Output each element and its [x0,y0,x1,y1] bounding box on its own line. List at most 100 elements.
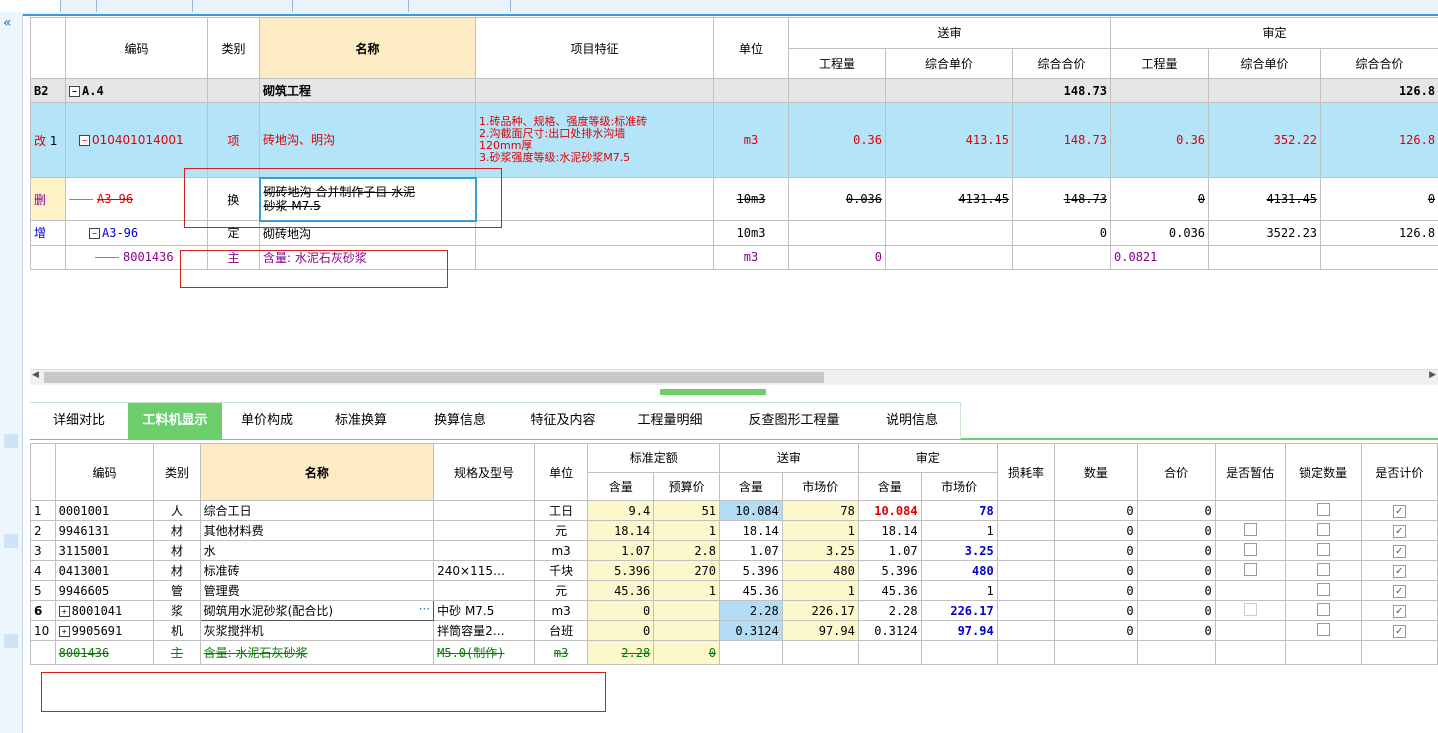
minus-box-icon[interactable]: − [69,85,80,97]
checkbox-checked-icon[interactable]: ✓ [1392,585,1406,598]
tab-quantity-detail[interactable]: 工程量明细 [616,402,725,439]
lower-header-lock[interactable]: 锁定数量 [1284,443,1362,501]
lower-header-type[interactable]: 类别 [153,443,201,501]
tab-feature-content[interactable]: 特征及内容 [510,402,617,439]
checkbox-icon[interactable] [1316,582,1330,596]
plus-box-icon[interactable]: + [58,605,70,617]
tab-conversion-info[interactable]: 换算信息 [410,402,511,439]
lower-header-std-content[interactable]: 含量 [587,471,655,501]
header-sent-qty[interactable]: 工程量 [788,47,886,79]
checkbox-checked-icon[interactable]: ✓ [1392,505,1406,518]
tab-price-composition[interactable]: 单价构成 [222,402,313,439]
row-temp[interactable] [1214,600,1286,621]
header-code[interactable]: 编码 [65,17,208,79]
tab-reverse-graphic[interactable]: 反查图形工程量 [724,402,865,439]
row-temp[interactable] [1214,540,1286,561]
lower-header-code[interactable]: 编码 [54,443,155,501]
header-app-price[interactable]: 综合单价 [1208,47,1322,79]
checkbox-checked-icon[interactable]: ✓ [1392,605,1406,618]
tab-description[interactable]: 说明信息 [864,402,961,439]
row-name[interactable]: 水 [199,540,435,561]
header-sent-price[interactable]: 综合单价 [885,47,1013,79]
row-temp[interactable] [1214,560,1286,581]
row-name[interactable]: 灰浆搅拌机 [199,620,435,641]
header-type[interactable]: 类别 [207,17,260,79]
row-name[interactable]: 管理费 [199,580,435,601]
item-features[interactable]: 1.砖品种、规格、强度等级:标准砖 2.沟截面尺寸:出口处排水沟墙 120mm厚… [475,102,714,178]
checkbox-icon[interactable] [1243,562,1257,576]
header-sent-total[interactable]: 综合合价 [1011,47,1112,79]
lower-header-sent-content[interactable]: 含量 [719,471,783,501]
material-list-row[interactable]: 4 0413001 材 标准砖 240×115… 千块 5.396 270 5.396 480 5.… [30,560,1438,581]
material-list-row[interactable]: 6 +8001041 浆 砌筑用水泥砂浆(配合比) ··· 中砂 M7.5 m3 0 2.28 2… [30,600,1438,621]
row-name[interactable]: 综合工日 [199,500,435,521]
checkbox-icon[interactable] [1316,502,1330,516]
lower-header-sum[interactable]: 合价 [1136,443,1216,501]
checkbox-icon[interactable] [1316,522,1330,536]
section-row[interactable]: B2 − A.4 砌筑工程 148.73 126.8 [30,78,1438,103]
row-priced[interactable]: ✓ [1360,540,1438,561]
row-temp[interactable] [1214,520,1286,541]
row-priced[interactable]: ✓ [1360,500,1438,521]
row-name[interactable]: 砌筑用水泥砂浆(配合比) ··· [199,600,435,621]
lower-header-std-budget[interactable]: 预算价 [653,471,721,501]
header-feature[interactable]: 项目特征 [475,17,714,79]
checkbox-icon[interactable] [1316,622,1330,636]
horizontal-scrollbar[interactable]: ◀ ▶ [30,369,1438,385]
top-tab[interactable] [408,0,511,12]
lower-header-app-content[interactable]: 含量 [857,471,922,501]
section-code-cell[interactable]: − A.4 [65,78,208,103]
material-list-row[interactable]: 1 0001001 人 综合工日 工日 9.4 51 10.084 78 10.084 78 0 0 ✓ [30,500,1438,521]
scroll-left-icon[interactable]: ◀ [32,370,39,380]
lower-header-temp[interactable]: 是否暂估 [1214,443,1286,501]
checkbox-checked-icon[interactable]: ✓ [1392,525,1406,538]
row-lock[interactable] [1284,620,1362,641]
top-tab[interactable] [0,0,61,12]
material-list-row[interactable]: 5 9946605 管 管理费 元 45.36 1 45.36 1 45.36 1 0 0 ✓ [30,580,1438,601]
top-tab[interactable] [292,0,409,12]
row-name[interactable]: 标准砖 [199,560,435,581]
lower-header-count[interactable]: 数量 [1054,443,1138,501]
lower-deleted-row[interactable]: 8001436 主 含量: 水泥石灰砂浆 M5.0(制作) m3 2.28 0 [30,640,1438,665]
lower-header-spec[interactable]: 规格及型号 [433,443,535,501]
side-button[interactable] [4,634,18,648]
item-code-cell[interactable]: −010401014001 [65,102,208,178]
material-list-row[interactable]: 2 9946131 材 其他材料费 元 18.14 1 18.14 1 18.14 1 0 0 ✓ [30,520,1438,541]
item-name[interactable]: 砖地沟、明沟 [259,102,476,178]
header-app-qty[interactable]: 工程量 [1110,47,1210,79]
checkbox-checked-icon[interactable]: ✓ [1392,625,1406,638]
scroll-thumb[interactable] [44,372,824,383]
more-options-icon[interactable]: ··· [419,602,430,616]
material-list-row[interactable]: 10 +9905691 机 灰浆搅拌机 拌筒容量2… 台班 0 0.3124 97.94 0.31… [30,620,1438,641]
lower-header-unit[interactable]: 单位 [533,443,589,501]
checkbox-checked-icon[interactable]: ✓ [1392,545,1406,558]
row-priced[interactable]: ✓ [1360,600,1438,621]
lower-header-priced[interactable]: 是否计价 [1360,443,1438,501]
top-tab[interactable] [60,0,97,12]
header-app-total[interactable]: 综合合价 [1320,47,1438,79]
lower-header-loss[interactable]: 损耗率 [996,443,1056,501]
checkbox-icon[interactable] [1316,602,1330,616]
top-tab[interactable] [96,0,193,12]
tab-standard-conversion[interactable]: 标准换算 [312,402,411,439]
top-tab[interactable] [192,0,293,12]
lower-header-name[interactable]: 名称 [199,443,435,501]
row-lock[interactable] [1284,520,1362,541]
row-lock[interactable] [1284,500,1362,521]
row-lock[interactable] [1284,560,1362,581]
plus-box-icon[interactable]: + [58,625,70,637]
lower-header-sent-market[interactable]: 市场价 [781,471,859,501]
row-name[interactable]: 含量: 水泥石灰砂浆 [199,640,435,665]
minus-box-icon[interactable]: − [89,227,100,239]
panel-splitter[interactable] [660,389,766,395]
minus-box-icon[interactable]: − [79,135,90,146]
side-button[interactable] [4,434,18,448]
material-list-row[interactable]: 3 3115001 材 水 m3 1.07 2.8 1.07 3.25 1.07 3.25 0 0 ✓ [30,540,1438,561]
row-priced[interactable]: ✓ [1360,520,1438,541]
row-lock[interactable] [1284,600,1362,621]
tab-materials[interactable]: 工料机显示 [128,402,223,439]
scroll-right-icon[interactable]: ▶ [1429,370,1436,380]
checkbox-icon[interactable] [1316,542,1330,556]
checkbox-icon[interactable] [1316,562,1330,576]
row-lock[interactable] [1284,540,1362,561]
